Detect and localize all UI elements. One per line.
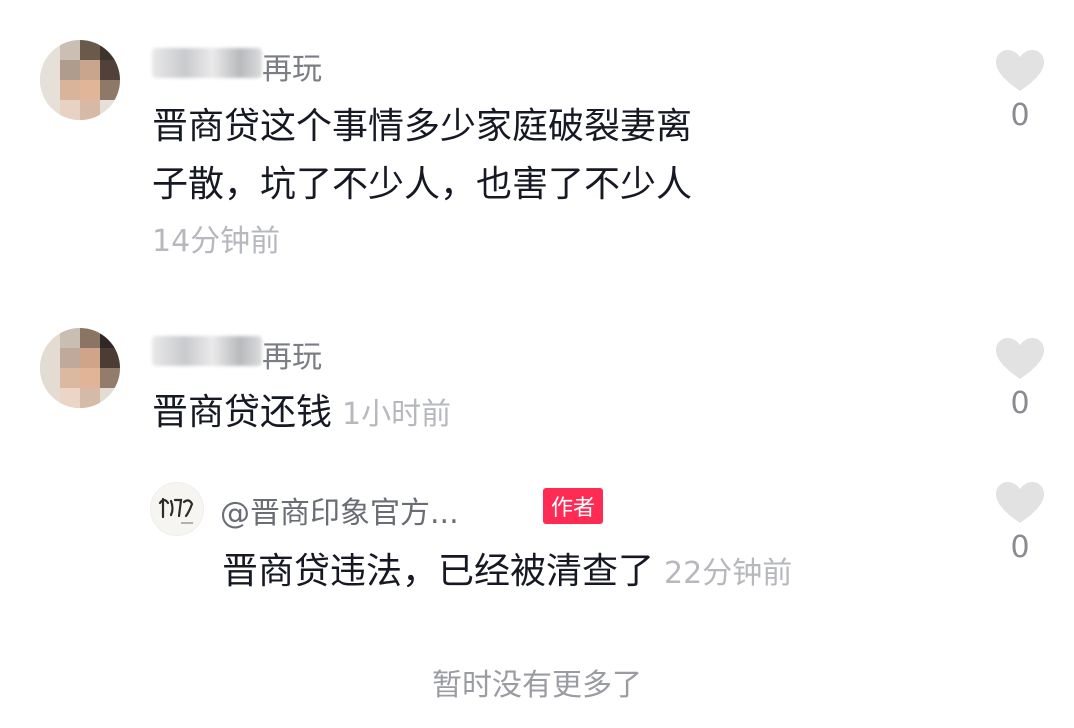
username[interactable]: 再玩 [262, 44, 322, 88]
username[interactable]: 再玩 [262, 332, 322, 376]
like-count: 0 [1010, 98, 1030, 133]
reply-avatar[interactable] [150, 482, 204, 536]
like-count: 0 [1010, 386, 1030, 421]
reply-username[interactable]: @晋商印象官方... [220, 488, 459, 532]
comment-text: 晋商贷还钱 1小时前 [152, 384, 451, 444]
no-more-label: 暂时没有更多了 [432, 668, 642, 703]
author-badge: 作者 [543, 488, 604, 524]
comment-text-content: 晋商贷还钱 [152, 392, 333, 433]
comment-time: 14分钟前 [152, 224, 281, 259]
heart-icon [996, 482, 1044, 523]
comment-text-line: 晋商贷这个事情多少家庭破裂妻离 [152, 106, 693, 147]
like-count: 0 [1010, 530, 1030, 565]
avatar[interactable] [40, 40, 120, 120]
avatar[interactable] [40, 328, 120, 408]
comment-text: 晋商贷这个事情多少家庭破裂妻离 子散，坑了不少人，也害了不少人 [152, 98, 692, 214]
like-button[interactable]: 0 [990, 338, 1050, 421]
comment-time: 1小时前 [342, 397, 452, 432]
like-button[interactable]: 0 [990, 482, 1050, 565]
username-mask [152, 48, 262, 78]
username-mask [152, 336, 262, 366]
reply-text: 晋商贷违法，已经被清查了 22分钟前 [222, 543, 792, 603]
heart-icon [996, 338, 1044, 379]
reply-text-content: 晋商贷违法，已经被清查了 [222, 551, 655, 592]
like-button[interactable]: 0 [990, 50, 1050, 133]
reply-time: 22分钟前 [664, 556, 793, 591]
heart-icon [996, 50, 1044, 91]
comment-text-line: 子散，坑了不少人，也害了不少人 [152, 164, 693, 205]
